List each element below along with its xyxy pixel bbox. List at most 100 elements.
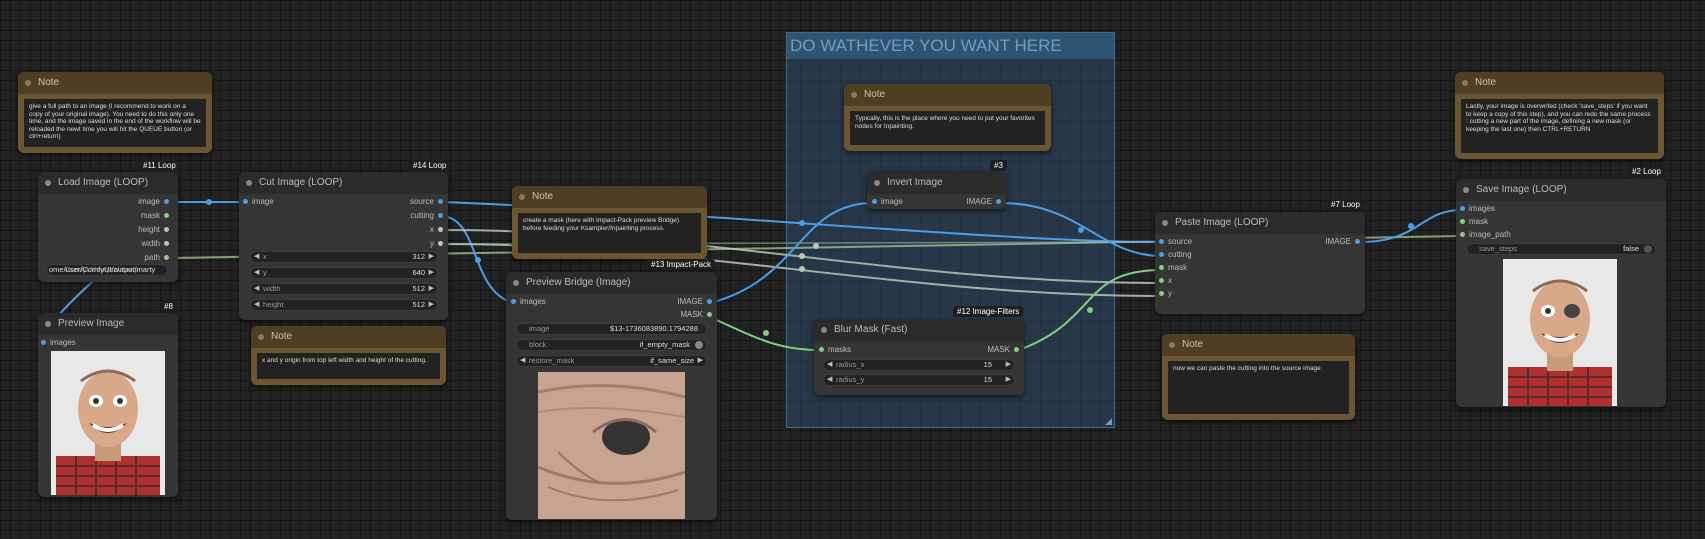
slot-dot-icon[interactable] (243, 199, 248, 204)
input-mask[interactable]: mask (1159, 263, 1187, 272)
decrement-arrow-icon[interactable]: ◀ (520, 356, 525, 366)
mask-preview-image[interactable] (538, 372, 685, 519)
output-image[interactable]: IMAGE (966, 197, 1001, 206)
node-title[interactable]: Save Image (LOOP) (1456, 179, 1666, 201)
note-text[interactable]: x and y origin from top left width and h… (257, 353, 440, 379)
note-text[interactable]: Lastly, your image is overwrited (check … (1461, 99, 1658, 153)
y-widget[interactable]: ◀ y 640 ▶ (250, 267, 438, 279)
note-text[interactable]: Typically, this is the place where you n… (850, 111, 1045, 145)
input-y[interactable]: y (1159, 289, 1172, 298)
slot-dot-icon[interactable] (164, 255, 169, 260)
output-mask[interactable]: MASK (680, 310, 712, 319)
collapse-dot-icon[interactable] (1169, 342, 1175, 348)
slot-dot-icon[interactable] (1159, 278, 1164, 283)
note-text[interactable]: now we can paste the cutting into the so… (1168, 361, 1349, 414)
increment-arrow-icon[interactable]: ▶ (1006, 360, 1011, 370)
node-title[interactable]: Note (1455, 72, 1664, 94)
slot-dot-icon[interactable] (164, 227, 169, 232)
increment-arrow-icon[interactable]: ▶ (429, 268, 434, 278)
input-images[interactable]: images (41, 338, 76, 347)
input-masks[interactable]: masks (819, 345, 851, 354)
increment-arrow-icon[interactable]: ▶ (429, 284, 434, 294)
input-image[interactable]: image (872, 197, 903, 206)
slot-dot-icon[interactable] (438, 241, 443, 246)
input-image[interactable]: image (243, 197, 274, 206)
output-path[interactable]: path (144, 253, 169, 262)
preview-image-thumbnail[interactable] (51, 351, 165, 495)
save-image-thumbnail[interactable] (1503, 259, 1617, 406)
output-cutting[interactable]: cutting (410, 211, 443, 220)
output-height[interactable]: height (138, 225, 169, 234)
height-widget[interactable]: ◀ height 512 ▶ (250, 299, 438, 311)
invert-image-node[interactable]: Invert Image image IMAGE (867, 172, 1006, 209)
toggle-knob-icon[interactable] (695, 341, 703, 349)
toggle-knob-icon[interactable] (1644, 245, 1652, 253)
slot-dot-icon[interactable] (1159, 265, 1164, 270)
image-widget[interactable]: image $13-1736083890.1794288 (516, 323, 707, 335)
group-title[interactable]: DO WATHEVER YOU WANT HERE (787, 33, 1114, 59)
slot-dot-icon[interactable] (1159, 252, 1164, 257)
width-widget[interactable]: ◀ width 512 ▶ (250, 283, 438, 295)
node-title[interactable]: Cut Image (LOOP) (239, 172, 448, 194)
preview-bridge-node[interactable]: Preview Bridge (Image) images IMAGE MASK… (506, 272, 717, 520)
slot-dot-icon[interactable] (819, 347, 824, 352)
collapse-dot-icon[interactable] (519, 194, 525, 200)
slot-dot-icon[interactable] (438, 227, 443, 232)
input-image-path[interactable]: image_path (1460, 230, 1511, 239)
collapse-dot-icon[interactable] (874, 180, 880, 186)
slot-dot-icon[interactable] (438, 199, 443, 204)
input-images[interactable]: images (511, 297, 546, 306)
output-mask[interactable]: MASK (987, 345, 1019, 354)
note-inpainting[interactable]: Note Typically, this is the place where … (844, 84, 1051, 151)
output-image[interactable]: IMAGE (1325, 237, 1360, 246)
node-canvas[interactable]: DO WATHEVER YOU WANT HERE Note give a fu… (0, 0, 1705, 539)
node-title[interactable]: Note (844, 84, 1051, 106)
input-cutting[interactable]: cutting (1159, 250, 1192, 259)
slot-dot-icon[interactable] (996, 199, 1001, 204)
collapse-dot-icon[interactable] (258, 334, 264, 340)
collapse-dot-icon[interactable] (45, 180, 51, 186)
load-image-node[interactable]: Load Image (LOOP) image mask height widt… (38, 172, 178, 282)
node-title[interactable]: Blur Mask (Fast) (814, 319, 1024, 341)
note-text[interactable]: give a full path to an image (I recommen… (24, 99, 206, 147)
slot-dot-icon[interactable] (41, 340, 46, 345)
input-x[interactable]: x (1159, 276, 1172, 285)
slot-dot-icon[interactable] (1460, 219, 1465, 224)
save-steps-toggle[interactable]: save_steps false (1466, 243, 1656, 255)
decrement-arrow-icon[interactable]: ◀ (254, 252, 259, 262)
decrement-arrow-icon[interactable]: ◀ (254, 300, 259, 310)
slot-dot-icon[interactable] (511, 299, 516, 304)
note-lastly[interactable]: Note Lastly, your image is overwrited (c… (1455, 72, 1664, 159)
output-width[interactable]: width (141, 239, 169, 248)
restore-mask-combo[interactable]: ◀ restore_mask if_same_size ▶ (516, 355, 707, 367)
output-x[interactable]: x (430, 225, 443, 234)
output-image[interactable]: IMAGE (677, 297, 712, 306)
note-load-path[interactable]: Note give a full path to an image (I rec… (18, 72, 212, 153)
collapse-dot-icon[interactable] (513, 280, 519, 286)
input-source[interactable]: source (1159, 237, 1192, 246)
collapse-dot-icon[interactable] (1462, 80, 1468, 86)
note-paste[interactable]: Note now we can paste the cutting into t… (1162, 334, 1355, 420)
cut-image-node[interactable]: Cut Image (LOOP) image source cutting x … (239, 172, 448, 320)
slot-dot-icon[interactable] (164, 213, 169, 218)
node-title[interactable]: Note (512, 186, 707, 208)
collapse-dot-icon[interactable] (821, 327, 827, 333)
decrement-arrow-icon[interactable]: ◀ (254, 268, 259, 278)
note-create-mask[interactable]: Note create a mask (here with Impact-Pac… (512, 186, 707, 259)
radius-y-widget[interactable]: ◀ radius_y 15 ▶ (823, 374, 1015, 386)
increment-arrow-icon[interactable]: ▶ (1006, 375, 1011, 385)
node-title[interactable]: Note (1162, 334, 1355, 356)
input-mask[interactable]: mask (1460, 217, 1488, 226)
node-title[interactable]: Invert Image (867, 172, 1006, 194)
note-text[interactable]: create a mask (here with Impact-Pack pre… (518, 213, 701, 253)
slot-dot-icon[interactable] (1460, 206, 1465, 211)
output-image[interactable]: image (138, 197, 169, 206)
collapse-dot-icon[interactable] (1162, 220, 1168, 226)
decrement-arrow-icon[interactable]: ◀ (827, 360, 832, 370)
group-resize-handle[interactable] (1105, 418, 1112, 425)
node-title[interactable]: Note (251, 326, 446, 348)
slot-dot-icon[interactable] (707, 312, 712, 317)
save-image-node[interactable]: Save Image (LOOP) images mask image_path… (1456, 179, 1666, 407)
increment-arrow-icon[interactable]: ▶ (698, 356, 703, 366)
decrement-arrow-icon[interactable]: ◀ (827, 375, 832, 385)
